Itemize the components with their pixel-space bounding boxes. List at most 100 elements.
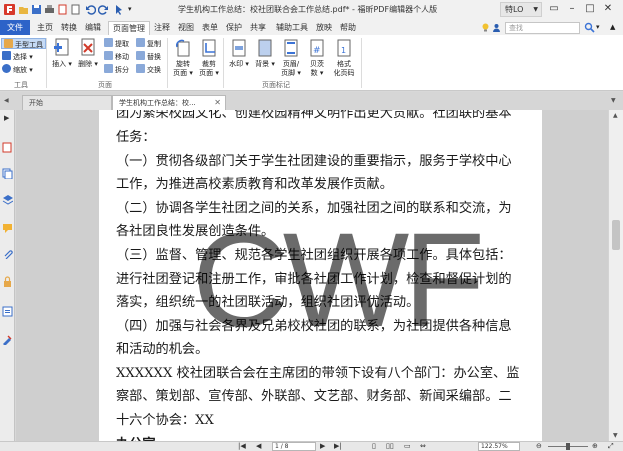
delete-page-button[interactable]: 删除 ▾	[74, 38, 102, 69]
ribbon-panel: 手型工具 选择 ▾ 缩放 ▾ 工具 插入 ▾ 删除 ▾ 提取 移动 拆分 复制 …	[0, 35, 623, 91]
facing-view-icon[interactable]: ▭	[404, 442, 411, 451]
tab-file[interactable]: 文件	[0, 20, 30, 35]
last-page-icon[interactable]: ▶|	[334, 442, 342, 451]
rotate-page-button[interactable]: 旋转 页面 ▾	[169, 38, 197, 78]
document-paragraph-line: 团为繁荣校园文化、创建校园精神文明作出更大贡献。社团联的基本	[116, 110, 512, 121]
expand-panel-icon[interactable]: ▶	[4, 114, 9, 122]
page-thumbnails-icon[interactable]	[2, 142, 13, 153]
comments-icon[interactable]	[2, 222, 13, 233]
search-options-icon[interactable]: ▾	[596, 23, 605, 32]
security-lock-icon[interactable]	[2, 276, 13, 287]
tab-current-document[interactable]: 学生机构工作总结：校... ✕	[112, 95, 226, 110]
restore-ribbon-icon[interactable]: ▭	[548, 3, 560, 15]
extract-icon	[104, 38, 113, 47]
move-button[interactable]: 移动	[104, 51, 129, 62]
layers-icon[interactable]	[2, 194, 13, 205]
select-tool-icon[interactable]	[114, 4, 125, 15]
tab-start[interactable]: 开始	[22, 95, 112, 110]
new-doc-icon[interactable]	[57, 4, 68, 15]
document-icon[interactable]	[70, 4, 81, 15]
print-icon[interactable]	[44, 4, 55, 15]
tab-home[interactable]: 主页	[34, 21, 56, 35]
fit-width-icon[interactable]: ⇔	[420, 442, 426, 451]
replace-button[interactable]: 替换	[136, 51, 161, 62]
single-page-view-icon[interactable]: ▯	[372, 442, 376, 451]
form-fields-icon[interactable]	[2, 306, 13, 317]
close-icon[interactable]: ✕	[602, 3, 614, 15]
redo-icon[interactable]	[98, 4, 109, 15]
tab-form[interactable]: 表单	[199, 21, 221, 35]
tab-page-management[interactable]: 页面管理	[108, 21, 150, 35]
header-footer-button[interactable]: 页眉/页脚 ▾	[277, 38, 305, 78]
search-input[interactable]: 查找	[505, 22, 580, 34]
swap-icon	[136, 64, 145, 73]
zoom-in-icon[interactable]: ⊕	[592, 442, 598, 451]
close-tab-icon[interactable]: ✕	[214, 96, 221, 110]
open-icon[interactable]	[18, 4, 29, 15]
pages-icon[interactable]	[2, 168, 13, 179]
lightbulb-icon[interactable]	[481, 23, 490, 32]
navigation-panel: ▶	[0, 110, 15, 451]
maximize-icon[interactable]: □	[584, 3, 596, 15]
extract-button[interactable]: 提取	[104, 38, 129, 49]
ribbon-tab-bar: 文件 主页 转换 编辑 页面管理 注释 视图 表单 保护 共享 辅助工具 放映 …	[0, 20, 623, 35]
scrollbar-thumb[interactable]	[612, 220, 620, 250]
swap-button[interactable]: 交换	[136, 64, 161, 75]
attachment-icon[interactable]	[2, 248, 13, 259]
zoom-button[interactable]: 缩放 ▾	[2, 64, 33, 75]
select-button[interactable]: 选择 ▾	[2, 51, 33, 62]
tab-comment[interactable]: 注释	[151, 21, 173, 35]
page-group-label: 页面	[98, 81, 112, 89]
insert-page-button[interactable]: 插入 ▾	[48, 38, 76, 69]
copy-button[interactable]: 复制	[136, 38, 161, 49]
tab-view[interactable]: 视图	[175, 21, 197, 35]
tab-list-arrow-icon[interactable]: ▼	[611, 97, 616, 104]
zoom-slider-handle[interactable]	[566, 443, 570, 450]
zoom-out-icon[interactable]: ⊖	[536, 442, 542, 451]
previous-page-icon[interactable]: ◀	[256, 442, 261, 451]
tab-protect[interactable]: 保护	[223, 21, 245, 35]
first-page-icon[interactable]: |◀	[238, 442, 246, 451]
background-button[interactable]: 背景 ▾	[251, 38, 279, 69]
crop-page-button[interactable]: 裁剪 页面 ▾	[195, 38, 223, 78]
minimize-icon[interactable]: –	[566, 3, 578, 15]
undo-icon[interactable]	[85, 4, 96, 15]
page-number-input[interactable]: 1 / 8	[272, 442, 316, 451]
document-paragraph-line: 十六个协会：XX	[116, 413, 214, 428]
split-button[interactable]: 拆分	[104, 64, 129, 75]
collapse-ribbon-icon[interactable]: ▲	[610, 23, 619, 32]
tab-edit[interactable]: 编辑	[82, 21, 104, 35]
bates-number-button[interactable]: # 贝茨数 ▾	[303, 38, 331, 78]
search-icon[interactable]	[584, 22, 595, 33]
zoom-level-input[interactable]: 122.57%	[478, 442, 520, 451]
split-icon	[104, 64, 113, 73]
tab-convert[interactable]: 转换	[58, 21, 80, 35]
bates-number-icon: #	[310, 39, 324, 57]
next-page-icon[interactable]: ▶	[320, 442, 325, 451]
scroll-down-icon[interactable]: ▼	[613, 432, 618, 439]
customize-qa-icon[interactable]: ▾	[128, 4, 139, 15]
find-user-icon[interactable]	[492, 23, 501, 32]
vertical-scrollbar[interactable]: ▲ ▼	[608, 110, 623, 441]
fullscreen-icon[interactable]: ⤢	[608, 442, 614, 451]
user-account-button[interactable]: 特LO ▼	[500, 2, 542, 17]
tab-list-arrow-icon[interactable]: ◀	[4, 97, 9, 104]
tab-share[interactable]: 共享	[247, 21, 269, 35]
tools-group-label: 工具	[14, 81, 28, 89]
window-title: 学生机构工作总结：校社团联合会工作总结.pdf* - 福昕PDF编辑器个人版	[178, 5, 438, 14]
move-icon	[104, 51, 113, 60]
tab-slideshow[interactable]: 放映	[313, 21, 335, 35]
signature-icon[interactable]	[2, 334, 13, 345]
continuous-view-icon[interactable]: ▯▯	[386, 442, 394, 451]
format-page-number-button[interactable]: 1 格式 化页码	[329, 38, 359, 78]
save-icon[interactable]	[31, 4, 42, 15]
hand-tool-button[interactable]: 手型工具	[1, 38, 46, 49]
tab-help[interactable]: 帮助	[337, 21, 359, 35]
scroll-up-icon[interactable]: ▲	[613, 112, 618, 119]
document-paragraph-line: 察部、策划部、宣传部、外联部、文艺部、财务部、新闻采编部。二	[116, 389, 512, 404]
watermark-text: CWF	[192, 206, 485, 355]
document-viewport[interactable]: 团为繁荣校园文化、创建校园精神文明作出更大贡献。社团联的基本 任务： （一）贯彻…	[16, 110, 608, 441]
pdf-page[interactable]: 团为繁荣校园文化、创建校园精神文明作出更大贡献。社团联的基本 任务： （一）贯彻…	[99, 110, 542, 441]
watermark-button[interactable]: 水印 ▾	[225, 38, 253, 69]
tab-accessibility[interactable]: 辅助工具	[273, 21, 311, 35]
